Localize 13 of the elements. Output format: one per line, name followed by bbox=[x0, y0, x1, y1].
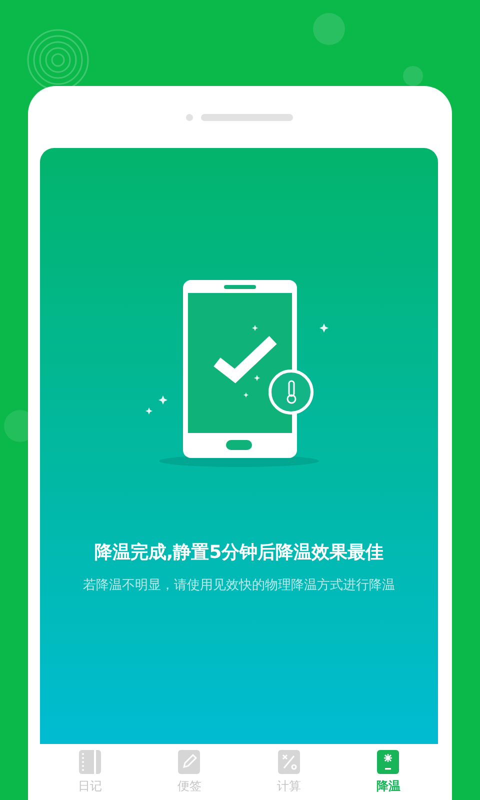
result-hint: 若降温不明显，请使用见效快的物理降温方式进行降温 bbox=[83, 577, 395, 594]
pencil-icon bbox=[178, 750, 200, 774]
result-title: 降温完成,静置5分钟后降温效果最佳 bbox=[94, 541, 384, 564]
notebook-icon bbox=[78, 750, 101, 774]
calculator-icon bbox=[278, 750, 300, 774]
nav-tab[interactable]: 日记 bbox=[60, 750, 120, 794]
circle-decoration bbox=[403, 66, 423, 86]
nav-tab[interactable]: 降温 bbox=[358, 750, 418, 794]
camera-dot bbox=[186, 114, 192, 120]
phone-sparkle-icon bbox=[377, 750, 400, 774]
nav-tab[interactable]: 便签 bbox=[159, 750, 220, 794]
nav-tab[interactable]: 计算 bbox=[258, 750, 319, 794]
circle-decoration bbox=[313, 13, 345, 45]
